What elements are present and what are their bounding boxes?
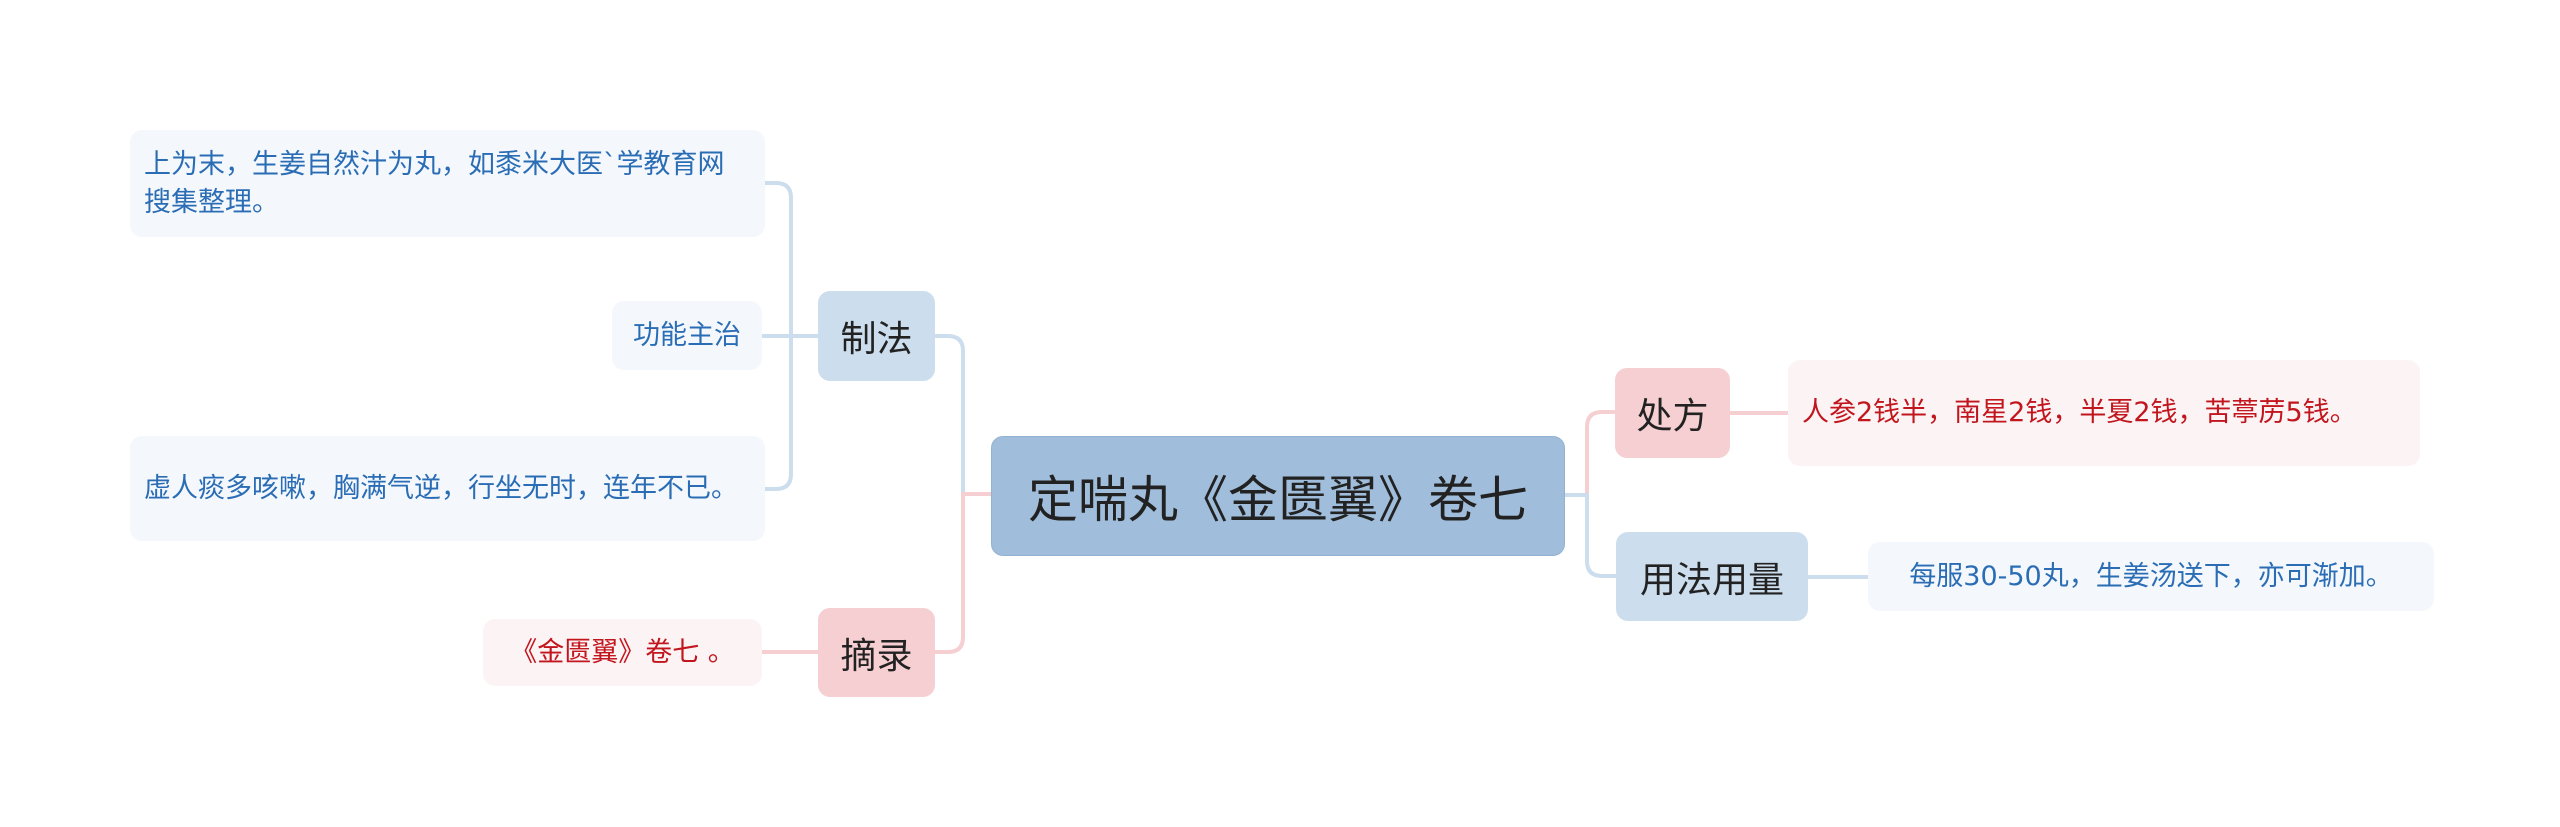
- leaf-zhifa-indication-text: 虚人痰多咳嗽，胸满气逆，行坐无时，连年不已。: [144, 472, 738, 504]
- root-label: 定喘丸《金匮翼》卷七: [1028, 471, 1528, 529]
- branch-zhailu[interactable]: 摘录: [818, 608, 935, 697]
- link-zhifa-leaf3: [765, 334, 818, 491]
- branch-chufang[interactable]: 处方: [1615, 368, 1730, 458]
- leaf-chufang-prescription-text: 人参2钱半，南星2钱，半夏2钱，苦葶苈5钱。: [1802, 397, 2357, 428]
- leaf-zhailu-source[interactable]: 《金匮翼》卷七 。: [483, 619, 762, 686]
- branch-zhifa[interactable]: 制法: [818, 291, 935, 381]
- link-root-yongfa: [1565, 493, 1616, 578]
- branch-yongfa[interactable]: 用法用量: [1616, 532, 1808, 621]
- branch-yongfa-label: 用法用量: [1639, 559, 1784, 601]
- leaf-zhifa-function-text: 功能主治: [633, 319, 741, 351]
- leaf-zhifa-method-text: 上为末，生姜自然汁为丸，如黍米大医`学教育网搜集整理。: [144, 148, 725, 218]
- leaf-chufang-prescription[interactable]: 人参2钱半，南星2钱，半夏2钱，苦葶苈5钱。: [1788, 360, 2420, 466]
- leaf-yongfa-usage-text: 每服30-50丸，生姜汤送下，亦可渐加。: [1909, 560, 2393, 592]
- link-root-zhifa: [935, 334, 991, 496]
- leaf-zhailu-source-text: 《金匮翼》卷七 。: [510, 636, 735, 668]
- leaf-zhifa-method[interactable]: 上为末，生姜自然汁为丸，如黍米大医`学教育网搜集整理。: [130, 130, 765, 237]
- link-root-chufang: [1565, 410, 1615, 497]
- branch-zhifa-label: 制法: [840, 319, 913, 360]
- link-root-zhailu: [935, 492, 991, 654]
- link-zhifa-leaf1: [765, 181, 818, 338]
- leaf-yongfa-usage[interactable]: 每服30-50丸，生姜汤送下，亦可渐加。: [1868, 542, 2434, 611]
- branch-zhailu-label: 摘录: [840, 635, 913, 677]
- branch-chufang-label: 处方: [1636, 396, 1709, 437]
- leaf-zhifa-indication[interactable]: 虚人痰多咳嗽，胸满气逆，行坐无时，连年不已。: [130, 436, 765, 541]
- root-node[interactable]: 定喘丸《金匮翼》卷七: [991, 436, 1565, 556]
- leaf-zhifa-function[interactable]: 功能主治: [612, 301, 762, 370]
